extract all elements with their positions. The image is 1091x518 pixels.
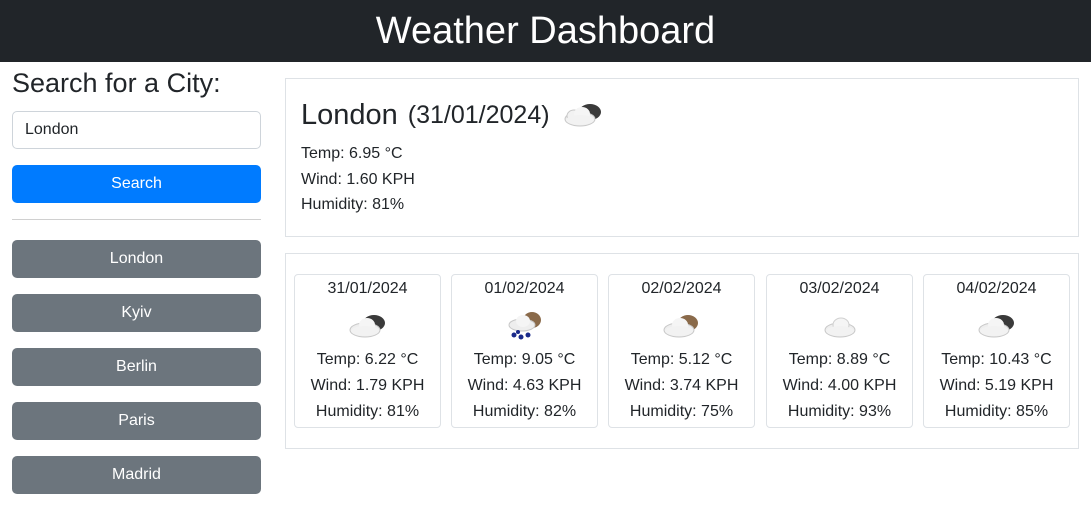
forecast-date: 01/02/2024 [484,280,565,297]
forecast-wind: Wind: 5.19 KPH [939,377,1054,394]
history-button-berlin[interactable]: Berlin [12,348,261,386]
forecast-humidity: Humidity: 82% [472,403,577,420]
history-button-kyiv[interactable]: Kyiv [12,294,261,332]
current-temp: Temp: 6.95 °C [301,145,403,162]
page-title: Weather Dashboard [375,9,716,52]
forecast-card: 03/02/2024 Temp: 8.89 °C Wind: 4.00 KPH … [766,274,913,428]
current-weather-card: London (31/01/2024) Temp: 6.95 °C Wind: … [285,78,1079,237]
current-date: (31/01/2024) [407,101,550,129]
forecast-humidity: Humidity: 75% [629,403,734,420]
forecast-card: 02/02/2024 Temp: 5.12 °C Wind: 3.74 KPH … [608,274,755,428]
forecast-temp: Temp: 9.05 °C [473,351,576,368]
current-weather-title: London (31/01/2024) [301,97,1063,133]
current-humidity: Humidity: 81% [301,196,405,213]
forecast-section: 31/01/2024 Temp: 6.22 °C Wind: 1.79 KPH … [285,253,1079,449]
forecast-wind: Wind: 4.00 KPH [782,377,897,394]
forecast-date: 04/02/2024 [956,280,1037,297]
forecast-card: 31/01/2024 Temp: 6.22 °C Wind: 1.79 KPH … [294,274,441,428]
cloudy-icon [349,315,385,338]
app-header: Weather Dashboard [0,0,1091,62]
forecast-date: 31/01/2024 [327,280,408,297]
forecast-temp: Temp: 6.22 °C [316,351,419,368]
forecast-card: 01/02/2024 Temp: 9.05 °C Wind: 4.63 KPH … [451,274,598,428]
partly-cloudy-icon [564,104,601,127]
forecast-wind: Wind: 3.74 KPH [624,377,739,394]
forecast-temp: Temp: 5.12 °C [630,351,733,368]
forecast-date: 03/02/2024 [799,280,880,297]
forecast-humidity: Humidity: 85% [944,403,1049,420]
forecast-humidity: Humidity: 81% [315,403,420,420]
cloudy-icon [978,315,1014,338]
forecast-wind: Wind: 4.63 KPH [467,377,582,394]
sidebar: Search for a City: Search London Kyiv Be… [12,62,261,510]
rain-icon [508,312,541,340]
current-wind: Wind: 1.60 KPH [301,170,415,188]
search-heading: Search for a City: [12,68,221,98]
search-button[interactable]: Search [12,165,261,203]
search-history: London Kyiv Berlin Paris Madrid [12,240,261,494]
history-button-madrid[interactable]: Madrid [12,456,261,494]
forecast-temp: Temp: 8.89 °C [788,351,891,368]
history-button-london[interactable]: London [12,240,261,278]
forecast-wind: Wind: 1.79 KPH [310,377,425,394]
cloud-icon [824,317,855,338]
current-city-name: London [301,99,398,131]
history-button-paris[interactable]: Paris [12,402,261,440]
city-search-input[interactable] [12,111,261,149]
partly-cloudy-icon [663,315,698,338]
forecast-temp: Temp: 10.43 °C [941,351,1052,368]
divider [12,219,261,220]
forecast-card: 04/02/2024 Temp: 10.43 °C Wind: 5.19 KPH… [923,274,1070,428]
forecast-humidity: Humidity: 93% [787,403,892,420]
forecast-date: 02/02/2024 [641,280,722,297]
